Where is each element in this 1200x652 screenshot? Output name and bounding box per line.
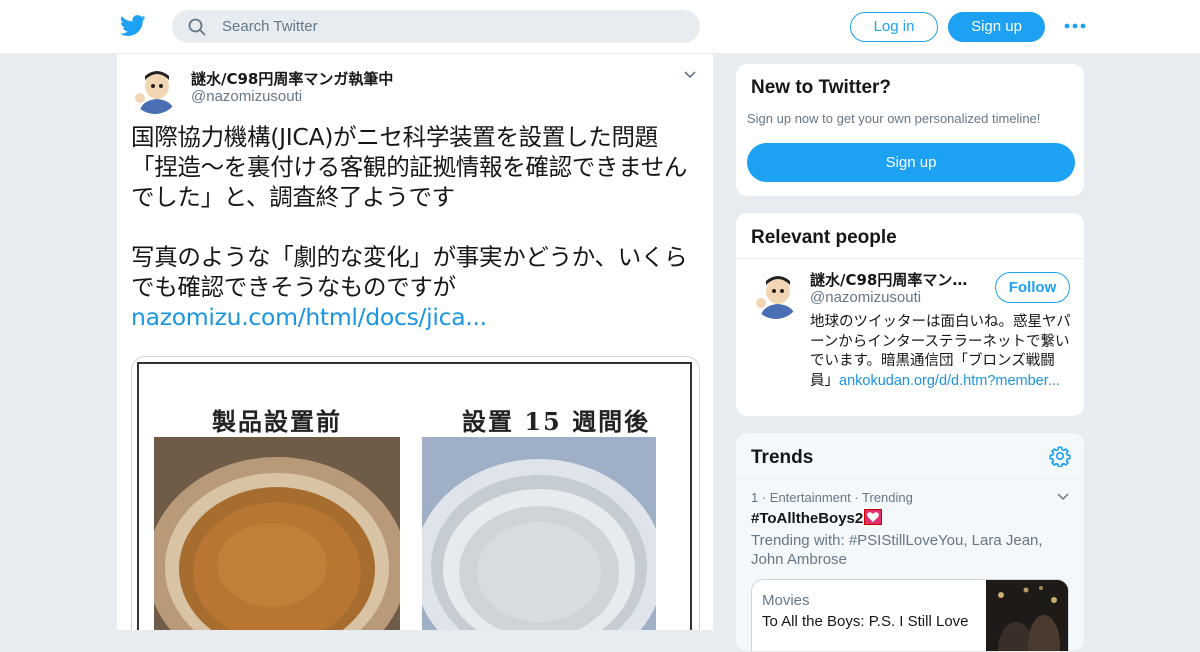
trend-hashtag[interactable]: #ToAlltheBoys2 — [751, 509, 883, 527]
twitter-bird-icon[interactable] — [120, 14, 146, 38]
tweet-author-name[interactable]: 謎水/C98円周率マンガ執筆中 — [191, 68, 393, 89]
photo-before-image — [154, 437, 400, 630]
tweet-card: 謎水/C98円周率マンガ執筆中 @nazomizusouti 国際協力機構(JI… — [116, 54, 714, 630]
gear-icon[interactable] — [1049, 445, 1071, 467]
chevron-down-icon[interactable] — [1057, 493, 1069, 501]
chevron-down-icon[interactable] — [683, 70, 697, 80]
trend-hashtag-text[interactable]: #ToAlltheBoys2 — [751, 510, 863, 527]
avatar-image — [131, 66, 179, 114]
avatar-image — [752, 271, 800, 319]
follow-button[interactable]: Follow — [995, 272, 1070, 303]
tweet-media[interactable]: 製品設置前 設置 15 週間後 — [131, 356, 700, 630]
new-to-twitter-title: New to Twitter? — [751, 77, 892, 98]
relevant-people-card: Relevant people 謎水/C98円周率マンガ執筆中 @nazomiz… — [735, 212, 1085, 417]
divider — [736, 478, 1084, 479]
new-to-twitter-subtitle: Sign up now to get your own personalized… — [747, 111, 1041, 126]
divider — [736, 258, 1084, 259]
new-to-twitter-card: New to Twitter? Sign up now to get your … — [735, 63, 1085, 197]
login-button[interactable]: Log in — [850, 12, 938, 42]
relevant-person-bio: 地球のツイッターは面白いね。惑星ヤパーンからインターステラーネットで繋いでいます… — [810, 313, 1072, 391]
tweet-text: 国際協力機構(JICA)がニセ科学装置を設置した問題 「捏造〜を裏付ける客観的証… — [131, 122, 706, 332]
relevant-people-title: Relevant people — [751, 227, 897, 248]
avatar[interactable] — [752, 271, 800, 319]
trend-media-category: Movies — [762, 592, 810, 609]
trends-card: Trends 1 · Entertainment · Trending #ToA… — [735, 432, 1085, 652]
trend-meta: 1 · Entertainment · Trending — [751, 490, 913, 505]
trend-media-card[interactable]: Movies To All the Boys: P.S. I Still Lov… — [751, 579, 1069, 651]
search-bar[interactable] — [172, 10, 700, 43]
trend-media-title: To All the Boys: P.S. I Still Love — [762, 613, 969, 630]
signup-button[interactable]: Sign up — [948, 12, 1045, 42]
search-input[interactable] — [222, 10, 682, 43]
relevant-person-handle[interactable]: @nazomizusouti — [810, 289, 921, 306]
trend-media-thumbnail — [986, 580, 1068, 651]
tweet-paragraph-1: 国際協力機構(JICA)がニセ科学装置を設置した問題 「捏造〜を裏付ける客観的証… — [131, 123, 688, 211]
relevant-person-name[interactable]: 謎水/C98円周率マンガ執筆中 — [810, 269, 980, 290]
trends-title: Trends — [751, 447, 814, 468]
media-label-before: 製品設置前 — [212, 407, 342, 436]
media-label-after: 設置 15 週間後 — [462, 407, 651, 436]
heart-emoji-icon — [864, 509, 883, 525]
tweet-link[interactable]: nazomizu.com/html/docs/jica... — [131, 302, 706, 332]
search-icon — [188, 18, 206, 36]
bio-link[interactable]: ankokudan.org/d/d.htm?member... — [839, 373, 1060, 389]
photo-after-image — [422, 437, 656, 630]
tweet-author-handle[interactable]: @nazomizusouti — [191, 88, 302, 105]
sidebar-signup-button[interactable]: Sign up — [747, 143, 1075, 182]
tweet-paragraph-2: 写真のような「劇的な変化」が事実かどうか、いくらでも確認できそうなものですが — [131, 243, 688, 301]
top-navigation-bar: Log in Sign up — [0, 0, 1200, 54]
avatar[interactable] — [131, 66, 179, 114]
trend-related: Trending with: #PSIStillLoveYou, Lara Je… — [751, 532, 1043, 568]
more-dots-icon[interactable] — [1064, 20, 1086, 32]
